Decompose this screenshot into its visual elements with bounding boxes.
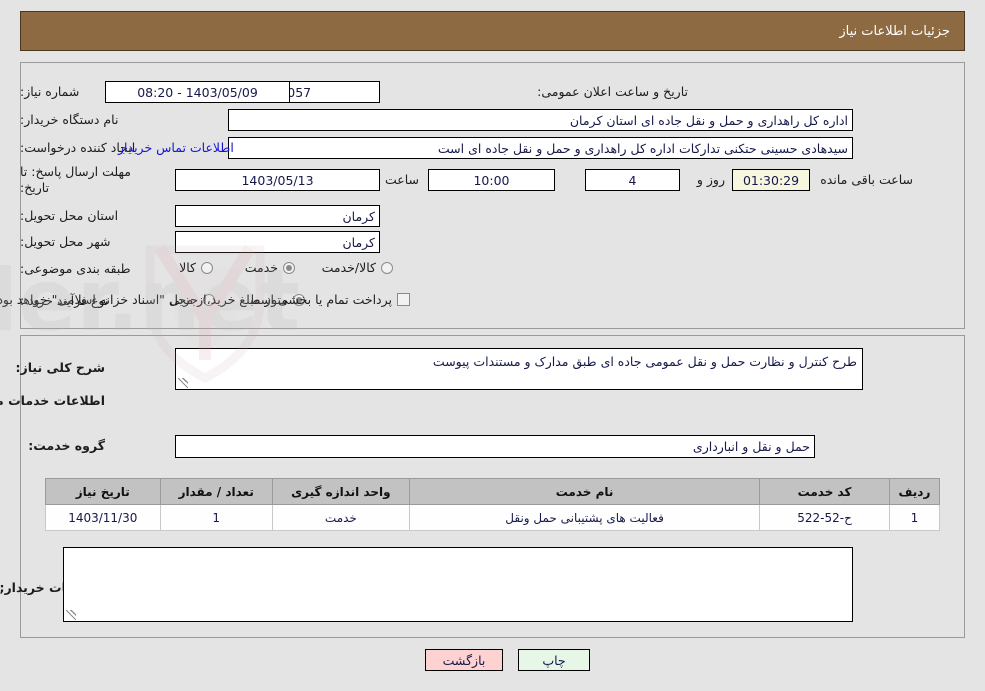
hour-word-label: ساعت	[384, 172, 419, 187]
category-radio-kala-khedmat-label: کالا/خدمت	[321, 260, 376, 275]
print-button[interactable]: چاپ	[518, 649, 590, 671]
service-group-field[interactable]: حمل و نقل و انبارداری	[175, 435, 815, 458]
page-title: جزئیات اطلاعات نیاز	[839, 23, 950, 39]
treasury-bonds-label: پرداخت تمام یا بخشی از مبلغ خرید،از محل …	[0, 292, 392, 307]
page-root: AnaTender.net جزئیات اطلاعات نیاز شماره …	[0, 0, 985, 691]
category-radio-khedmat[interactable]: خدمت	[245, 260, 295, 275]
col-header-row: ردیف	[888, 478, 941, 505]
delivery-city-field[interactable]: کرمان	[175, 231, 380, 253]
buyer-contact-link[interactable]: اطلاعات تماس خریدار	[118, 140, 234, 155]
cell-row: 1	[888, 504, 941, 531]
back-button[interactable]: بازگشت	[425, 649, 503, 671]
need-description-label: شرح کلی نیاز:	[15, 360, 105, 375]
remaining-days-field[interactable]: 4	[585, 169, 680, 191]
col-header-name: نام خدمت	[408, 478, 761, 505]
deadline-time-field[interactable]: 10:00	[428, 169, 555, 191]
window-title-bar: جزئیات اطلاعات نیاز	[20, 11, 965, 51]
services-section-heading: اطلاعات خدمات مورد نیاز	[0, 393, 105, 408]
cell-date: 1403/11/30	[45, 504, 161, 531]
service-group-label: گروه خدمت:	[28, 438, 105, 453]
treasury-bonds-checkbox[interactable]: پرداخت تمام یا بخشی از مبلغ خرید،از محل …	[0, 292, 410, 307]
cell-unit: خدمت	[271, 504, 410, 531]
delivery-city-label: شهر محل تحویل:	[20, 234, 111, 249]
table-header-row: ردیف کد خدمت نام خدمت واحد اندازه گیری ت…	[45, 478, 941, 505]
days-word-label: روز و	[696, 172, 725, 187]
announce-datetime-label: تاریخ و ساعت اعلان عمومی:	[537, 84, 688, 99]
col-header-code: کد خدمت	[759, 478, 890, 505]
cell-name: فعالیت های پشتیبانی حمل ونقل	[408, 504, 761, 531]
delivery-province-label: استان محل تحویل:	[20, 208, 119, 223]
response-deadline-label: مهلت ارسال پاسخ: تا تاریخ:	[20, 164, 131, 195]
col-header-date: تاریخ نیاز	[45, 478, 161, 505]
radio-indicator[interactable]	[381, 261, 393, 274]
announce-datetime-field[interactable]: 1403/05/09 - 08:20	[105, 81, 290, 103]
remaining-time-label: ساعت باقی مانده	[820, 172, 913, 187]
cell-code: ح-52-522	[759, 504, 890, 531]
col-header-unit: واحد اندازه گیری	[271, 478, 410, 505]
radio-indicator[interactable]	[283, 261, 295, 274]
buyer-notes-textarea[interactable]	[63, 547, 853, 622]
radio-indicator[interactable]	[201, 261, 213, 274]
cell-qty: 1	[159, 504, 273, 531]
category-radio-kala[interactable]: کالا	[179, 260, 213, 275]
subject-category-label: طبقه بندی موضوعی:	[20, 261, 131, 276]
need-number-label: شماره نیاز:	[20, 84, 80, 99]
countdown-timer-field: 01:30:29	[732, 169, 810, 191]
services-table: ردیف کد خدمت نام خدمت واحد اندازه گیری ت…	[45, 478, 941, 531]
category-radio-khedmat-label: خدمت	[244, 260, 278, 275]
buyer-org-field[interactable]: اداره کل راهداری و حمل و نقل جاده ای است…	[228, 109, 853, 131]
request-creator-field[interactable]: سیدهادی حسینی حتکنی تدارکات اداره کل راه…	[228, 137, 853, 159]
need-description-textarea[interactable]: طرح کنترل و نظارت حمل و نقل عمومی جاده ا…	[175, 348, 863, 390]
table-row[interactable]: 1 ح-52-522 فعالیت های پشتیبانی حمل ونقل …	[45, 504, 941, 531]
checkbox-indicator[interactable]	[397, 293, 410, 306]
category-radio-kala-label: کالا	[179, 260, 196, 275]
category-radio-kala-khedmat[interactable]: کالا/خدمت	[322, 260, 393, 275]
col-header-qty: تعداد / مقدار	[159, 478, 273, 505]
deadline-date-field[interactable]: 1403/05/13	[175, 169, 380, 191]
buyer-org-label: نام دستگاه خریدار:	[20, 112, 119, 127]
delivery-province-field[interactable]: کرمان	[175, 205, 380, 227]
